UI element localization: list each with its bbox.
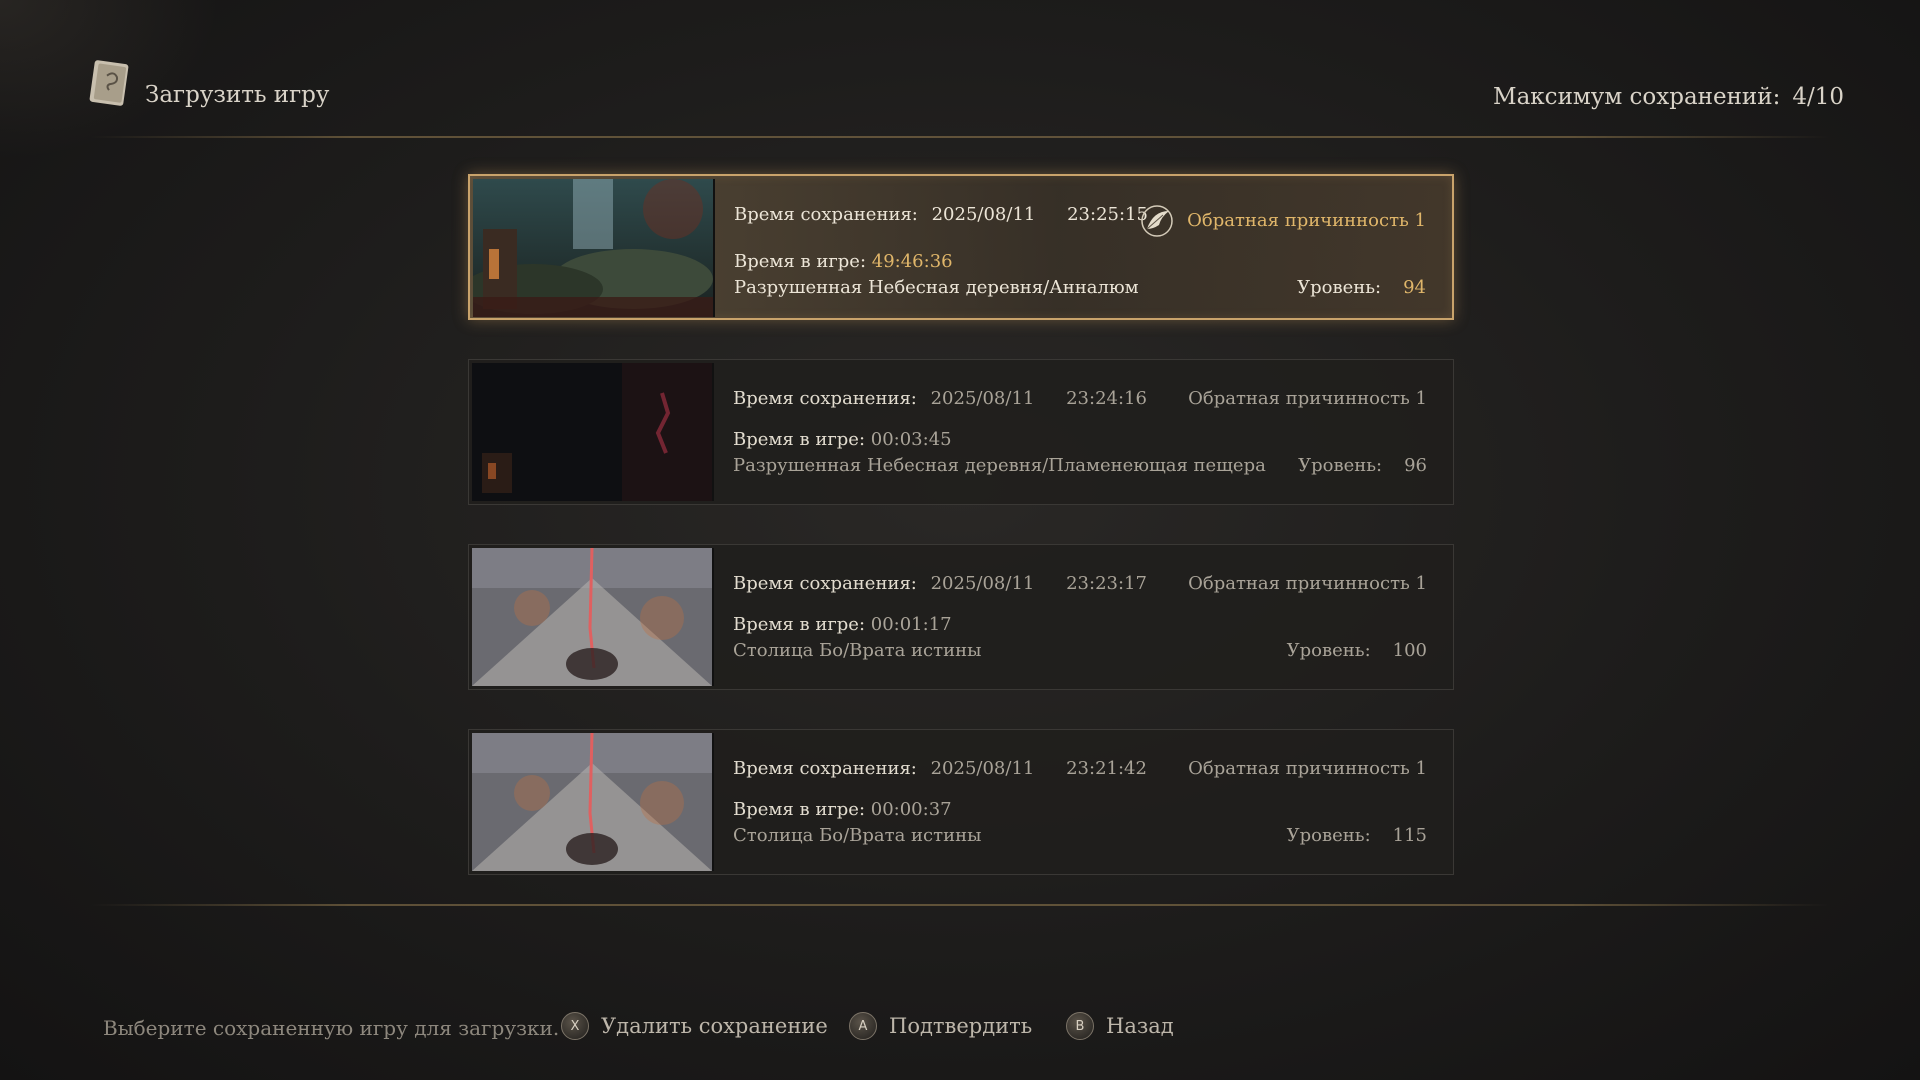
cycle-label: Обратная причинность 1 <box>1187 210 1426 231</box>
location-text: Столица Бо/Врата истины <box>733 640 982 661</box>
top-divider <box>90 136 1830 138</box>
delete-save-button[interactable]: X Удалить сохранение <box>561 1012 828 1040</box>
save-time: 23:24:16 <box>1066 388 1147 409</box>
a-button-icon: A <box>849 1012 877 1040</box>
level-label: Уровень: <box>1298 455 1383 476</box>
x-button-icon: X <box>561 1012 589 1040</box>
location-text: Разрушенная Небесная деревня/Анналюм <box>734 277 1139 298</box>
playtime-label: Время в игре: <box>733 614 866 635</box>
location-text: Столица Бо/Врата истины <box>733 825 982 846</box>
playtime-label: Время в игре: <box>734 251 867 272</box>
save-slot[interactable]: Время сохранения: 2025/08/11 23:24:16 Об… <box>468 359 1454 505</box>
level-value: 94 <box>1403 277 1426 298</box>
footer-hint: Выберите сохраненную игру для загрузки. <box>103 1016 560 1040</box>
level-info: Уровень: 100 <box>1287 639 1427 663</box>
save-time-label: Время сохранения: <box>733 758 917 779</box>
cycle-info: Обратная причинность 1 <box>1139 203 1426 239</box>
delete-save-label: Удалить сохранение <box>601 1014 828 1038</box>
save-time: 23:25:15 <box>1067 204 1148 225</box>
playtime-value: 49:46:36 <box>871 251 953 272</box>
back-button[interactable]: B Назад <box>1066 1012 1174 1040</box>
journal-book-icon <box>89 60 129 106</box>
save-date: 2025/08/11 <box>931 204 1036 225</box>
save-row-location: Разрушенная Небесная деревня/Пламенеющая… <box>733 454 1427 478</box>
save-thumbnail <box>473 179 715 317</box>
playtime-label: Время в игре: <box>733 799 866 820</box>
level-label: Уровень: <box>1286 825 1371 846</box>
playtime-label: Время в игре: <box>733 429 866 450</box>
save-time-label: Время сохранения: <box>733 573 917 594</box>
footer: Выберите сохраненную игру для загрузки. … <box>0 1000 1920 1060</box>
save-row-top: Время сохранения: 2025/08/11 23:23:17 Об… <box>733 572 1427 596</box>
save-row-top: Время сохранения: 2025/08/11 23:25:15 Об… <box>734 203 1426 237</box>
cycle-info: Обратная причинность 1 <box>1188 387 1427 411</box>
level-label: Уровень: <box>1297 277 1382 298</box>
playtime-value: 00:00:37 <box>870 799 952 820</box>
bottom-divider <box>90 904 1830 906</box>
save-time: 23:21:42 <box>1066 758 1147 779</box>
page-title: Загрузить игру <box>145 82 330 108</box>
save-row-location: Столица Бо/Врата истины Уровень: 115 <box>733 824 1427 848</box>
save-date: 2025/08/11 <box>930 388 1035 409</box>
save-slot[interactable]: Время сохранения: 2025/08/11 23:25:15 Об… <box>468 174 1454 320</box>
save-row-playtime: Время в игре: 00:03:45 <box>733 428 1427 452</box>
playtime-value: 00:03:45 <box>870 429 952 450</box>
feather-cycle-icon <box>1141 205 1173 237</box>
confirm-label: Подтвердить <box>889 1014 1033 1038</box>
cycle-info: Обратная причинность 1 <box>1188 757 1427 781</box>
cycle-label: Обратная причинность 1 <box>1188 758 1427 779</box>
level-info: Уровень: 115 <box>1287 824 1427 848</box>
cycle-label: Обратная причинность 1 <box>1188 388 1427 409</box>
header: Загрузить игру Максимум сохранений: 4/10 <box>0 0 1920 140</box>
level-value: 96 <box>1404 455 1427 476</box>
save-row-top: Время сохранения: 2025/08/11 23:24:16 Об… <box>733 387 1427 411</box>
save-row-top: Время сохранения: 2025/08/11 23:21:42 Об… <box>733 757 1427 781</box>
save-time-label: Время сохранения: <box>733 388 917 409</box>
b-button-icon: B <box>1066 1012 1094 1040</box>
save-thumbnail <box>472 363 714 501</box>
level-label: Уровень: <box>1286 640 1371 661</box>
max-saves-value: 4/10 <box>1792 84 1844 110</box>
save-row-location: Разрушенная Небесная деревня/Анналюм Уро… <box>734 276 1426 300</box>
cycle-info: Обратная причинность 1 <box>1188 572 1427 596</box>
save-list: Время сохранения: 2025/08/11 23:25:15 Об… <box>468 174 1458 914</box>
save-date: 2025/08/11 <box>930 758 1035 779</box>
save-date: 2025/08/11 <box>930 573 1035 594</box>
level-value: 100 <box>1392 640 1427 661</box>
level-info: Уровень: 96 <box>1298 454 1427 478</box>
save-thumbnail <box>472 733 714 871</box>
save-row-location: Столица Бо/Врата истины Уровень: 100 <box>733 639 1427 663</box>
save-time: 23:23:17 <box>1066 573 1147 594</box>
save-thumbnail <box>472 548 714 686</box>
save-row-playtime: Время в игре: 00:00:37 <box>733 798 1427 822</box>
back-label: Назад <box>1106 1014 1174 1038</box>
cycle-label: Обратная причинность 1 <box>1188 573 1427 594</box>
save-row-playtime: Время в игре: 49:46:36 <box>734 250 1426 274</box>
level-info: Уровень: 94 <box>1297 276 1426 300</box>
level-value: 115 <box>1392 825 1427 846</box>
location-text: Разрушенная Небесная деревня/Пламенеющая… <box>733 455 1266 476</box>
save-slot[interactable]: Время сохранения: 2025/08/11 23:23:17 Об… <box>468 544 1454 690</box>
playtime-value: 00:01:17 <box>870 614 952 635</box>
save-time-label: Время сохранения: <box>734 204 918 225</box>
max-saves-counter: Максимум сохранений: 4/10 <box>1493 80 1844 114</box>
save-slot[interactable]: Время сохранения: 2025/08/11 23:21:42 Об… <box>468 729 1454 875</box>
max-saves-label: Максимум сохранений: <box>1493 84 1781 110</box>
save-row-playtime: Время в игре: 00:01:17 <box>733 613 1427 637</box>
confirm-button[interactable]: A Подтвердить <box>849 1012 1032 1040</box>
